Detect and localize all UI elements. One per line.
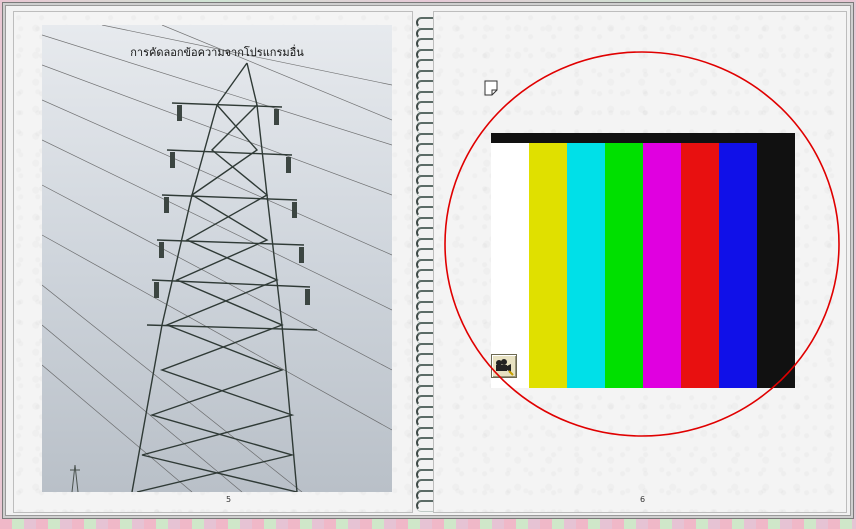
color-bar bbox=[643, 143, 681, 388]
color-bar bbox=[681, 143, 719, 388]
slide-caption: การคัดลอกข้อความจากโปรแกรมอื่น bbox=[130, 46, 304, 59]
power-tower-illustration bbox=[42, 25, 392, 492]
left-page: การคัดลอกข้อความจากโปรแกรมอื่น 5 bbox=[13, 11, 413, 513]
right-page: 6 bbox=[433, 11, 847, 513]
movie-camera-button[interactable] bbox=[491, 354, 517, 378]
color-bars bbox=[491, 143, 795, 388]
movie-camera-icon bbox=[496, 359, 514, 376]
color-bar bbox=[567, 143, 605, 388]
color-bar bbox=[491, 143, 529, 388]
desktop-background-strip bbox=[0, 519, 856, 529]
page-number-left: 5 bbox=[226, 495, 232, 504]
color-bar bbox=[529, 143, 567, 388]
sticky-note-icon[interactable] bbox=[484, 80, 498, 96]
book-frame: การคัดลอกข้อความจากโปรแกรมอื่น 5 6 bbox=[2, 2, 854, 519]
power-tower-photo: การคัดลอกข้อความจากโปรแกรมอื่น bbox=[42, 25, 392, 492]
color-bar bbox=[605, 143, 643, 388]
color-bars-video[interactable] bbox=[491, 133, 795, 388]
page-number-right: 6 bbox=[640, 495, 646, 504]
color-bar bbox=[757, 143, 795, 388]
color-bar bbox=[719, 143, 757, 388]
